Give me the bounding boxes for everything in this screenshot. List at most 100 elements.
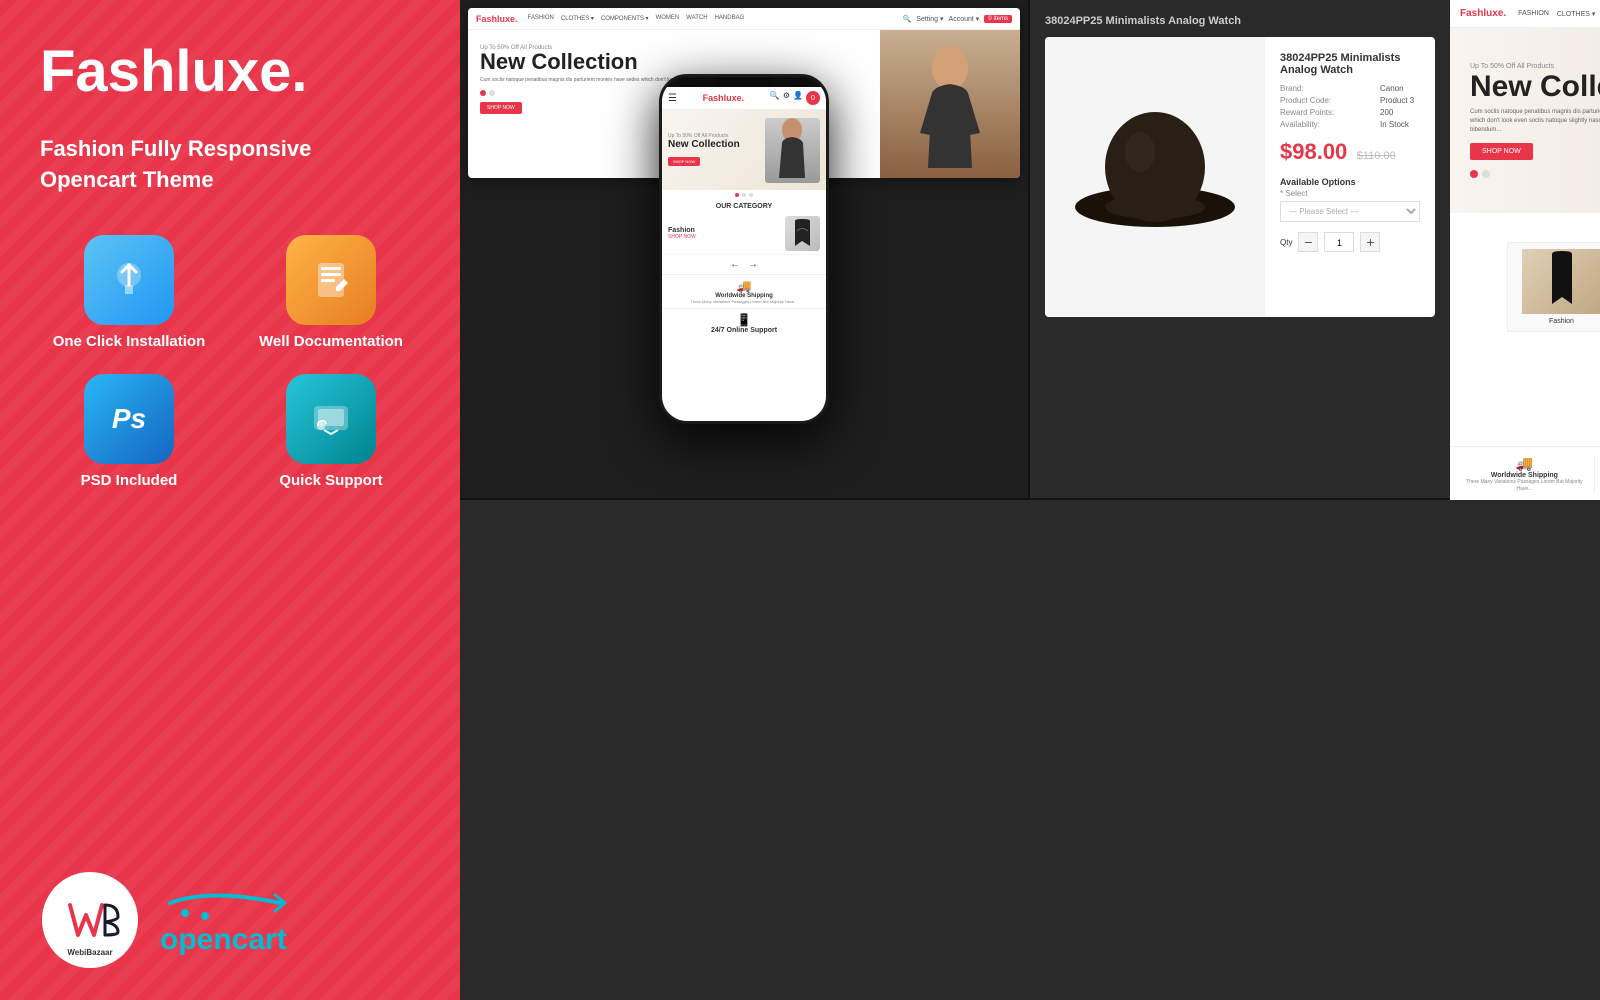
- cell-top-left: Fashluxe. FASHION CLOTHES ▾ COMPONENTS ▾…: [460, 0, 1030, 498]
- shipping-icon: 🚚: [1460, 455, 1589, 472]
- phone-mockup: ☰ Fashluxe. 🔍 ⚙ 👤 0 Up To 50% Off All Pr…: [659, 74, 829, 424]
- slider-dot: [1482, 170, 1490, 178]
- availability-label: Availability:: [1280, 120, 1375, 129]
- reward-label: Reward Points:: [1280, 108, 1375, 117]
- phone-service-info: 🚚 Worldwide Shipping There Many Variatio…: [662, 274, 826, 308]
- cell-bottom-left: Fashluxe. FASHION CLOTHES ▾ COMPONENTS ▾…: [1450, 0, 1600, 500]
- phone-nav-arrows: ← →: [662, 255, 826, 274]
- feature-docs: Well Documentation: [242, 235, 420, 350]
- desktop-nav-actions: 🔍 Setting ▾ Account ▾ 0 Items: [903, 15, 1012, 23]
- product-orig-price: $110.00: [1357, 150, 1396, 162]
- qty-minus-btn[interactable]: −: [1298, 232, 1318, 252]
- phone-shop-now-btn[interactable]: SHOP NOW: [668, 157, 700, 166]
- phone-hero-banner: Up To 50% Off All Products New Collectio…: [662, 110, 826, 190]
- browser-hero-cta[interactable]: SHOP NOW: [1470, 143, 1533, 160]
- svg-text:WebiBazaar: WebiBazaar: [67, 948, 112, 957]
- phone-shop-now-link[interactable]: SHOP NOW: [668, 234, 696, 240]
- feature-label-support: Quick Support: [279, 472, 382, 489]
- browser-hero: Up To 50% Off All Products New Collectio…: [1450, 28, 1600, 213]
- product-meta: Brand: Canon Product Code: Product 3 Rew…: [1280, 84, 1420, 129]
- phone-prev-arrow[interactable]: ←: [730, 259, 740, 270]
- shipping-title: Worldwide Shipping: [1460, 472, 1589, 479]
- phone-account-icon[interactable]: 👤: [793, 91, 803, 105]
- phone-settings-icon[interactable]: ⚙: [783, 91, 790, 105]
- product-detail-container: 38024PP25 Minimalists Analog Watch: [1030, 0, 1450, 332]
- one-click-icon: [84, 235, 174, 325]
- opencart-logo: opencart: [160, 883, 310, 957]
- meta-brand-row: Brand: Canon: [1280, 84, 1420, 93]
- top-row: Fashluxe. FASHION CLOTHES ▾ COMPONENTS ▾…: [460, 0, 1450, 500]
- phone-cart-badge[interactable]: 0: [806, 91, 820, 105]
- slider-dot-active: [1470, 170, 1478, 178]
- meta-code-row: Product Code: Product 3: [1280, 96, 1420, 105]
- hero-title: New Collection: [480, 51, 868, 73]
- options-select[interactable]: --- Please Select ---: [1280, 201, 1420, 222]
- browser-category-arrows: ← →: [1460, 332, 1600, 358]
- nav-link[interactable]: HANDBAG: [715, 15, 745, 22]
- browser-category-section: OUR CATEGORY Fashion: [1450, 213, 1600, 446]
- phone-notch: [714, 77, 774, 87]
- category-name-fashion: Fashion: [1514, 318, 1600, 325]
- nav-link[interactable]: CLOTHES ▾: [561, 15, 594, 22]
- product-pricing: $98.00 $110.00: [1280, 139, 1420, 165]
- feature-label-psd: PSD Included: [81, 472, 178, 489]
- bottom-logos: WebiBazaar opencart: [0, 870, 460, 970]
- nav-link[interactable]: WOMEN: [656, 15, 680, 22]
- phone-menu-icon[interactable]: ☰: [668, 93, 677, 104]
- product-image-area: [1045, 37, 1265, 317]
- phone-search-icon[interactable]: 🔍: [770, 91, 780, 105]
- select-label: * Select: [1280, 189, 1420, 198]
- left-panel: Fashluxe. Fashion Fully Responsive Openc…: [0, 0, 460, 1000]
- phone-hero-image: [765, 118, 820, 183]
- browser-nav: Fashluxe. FASHION CLOTHES ▾ COMPONENTS ▾…: [1450, 0, 1600, 28]
- quantity-row: Qty − 1 +: [1280, 232, 1420, 252]
- brand-title: Fashluxe.: [40, 40, 420, 104]
- browser-nav-links: FASHION CLOTHES ▾ COMPONENTS ▾ WOMEN WAT…: [1518, 10, 1600, 18]
- feature-label-one-click: One Click Installation: [53, 333, 206, 350]
- category-fashion: Fashion: [1507, 242, 1600, 332]
- dot: [489, 90, 495, 96]
- available-options-label: Available Options: [1280, 177, 1420, 187]
- desktop-logo: Fashluxe.: [476, 14, 518, 24]
- phone-screen: ☰ Fashluxe. 🔍 ⚙ 👤 0 Up To 50% Off All Pr…: [662, 87, 826, 424]
- nav-link[interactable]: COMPONENTS ▾: [601, 15, 649, 22]
- hero-cta-btn[interactable]: SHOP NOW: [480, 102, 522, 114]
- phone-next-arrow[interactable]: →: [748, 259, 758, 270]
- browser-hero-content: Up To 50% Off All Products New Collectio…: [1450, 43, 1600, 198]
- phone-hero-title: New Collection: [668, 139, 740, 150]
- phone-support-info: 📱 24/7 Online Support: [662, 308, 826, 338]
- browser-slider-dots: [1470, 170, 1600, 178]
- dot-active: [480, 90, 486, 96]
- nav-fashion[interactable]: FASHION: [1518, 10, 1549, 18]
- phone-hero-text: Up To 50% Off All Products New Collectio…: [668, 133, 740, 168]
- psd-icon: Ps: [84, 374, 174, 464]
- phone-category-info: Fashion SHOP NOW: [668, 227, 696, 240]
- code-value: Product 3: [1380, 96, 1414, 105]
- docs-icon: [286, 235, 376, 325]
- fashion-category-img: [1522, 249, 1600, 314]
- product-detail-title: 38024PP25 Minimalists Analog Watch: [1045, 15, 1435, 27]
- meta-reward-row: Reward Points: 200: [1280, 108, 1420, 117]
- product-name: 38024PP25 Minimalists Analog Watch: [1280, 52, 1420, 76]
- desktop-nav-bar: Fashluxe. FASHION CLOTHES ▾ COMPONENTS ▾…: [468, 8, 1020, 30]
- nav-clothes[interactable]: CLOTHES ▾: [1557, 10, 1596, 18]
- browser-hero-promo: Up To 50% Off All Products: [1470, 63, 1600, 70]
- qty-label: Qty: [1280, 238, 1292, 247]
- nav-link[interactable]: FASHION: [528, 15, 554, 22]
- feature-one-click: One Click Installation: [40, 235, 218, 350]
- features-grid: One Click Installation Well Documentatio…: [40, 235, 420, 489]
- cell-top-right: 38024PP25 Minimalists Analog Watch: [1030, 0, 1450, 498]
- phone-dot: [749, 193, 753, 197]
- shipping-desc: There Many Variations Passages Lorem But…: [1460, 479, 1589, 492]
- qty-plus-btn[interactable]: +: [1360, 232, 1380, 252]
- meta-avail-row: Availability: In Stock: [1280, 120, 1420, 129]
- product-info: 38024PP25 Minimalists Analog Watch Brand…: [1265, 37, 1435, 317]
- phone-dot: [742, 193, 746, 197]
- nav-link[interactable]: WATCH: [686, 15, 707, 22]
- phone-support-icon: 📱: [666, 313, 822, 327]
- phone-header: ☰ Fashluxe. 🔍 ⚙ 👤 0: [662, 87, 826, 110]
- phone-category-title: OUR CATEGORY: [662, 200, 826, 213]
- main-browser-preview: Fashluxe. FASHION CLOTHES ▾ COMPONENTS ▾…: [1450, 0, 1600, 500]
- feature-label-docs: Well Documentation: [259, 333, 403, 350]
- phone-shipping-desc: There Many Variations Passages Lorem But…: [666, 299, 822, 304]
